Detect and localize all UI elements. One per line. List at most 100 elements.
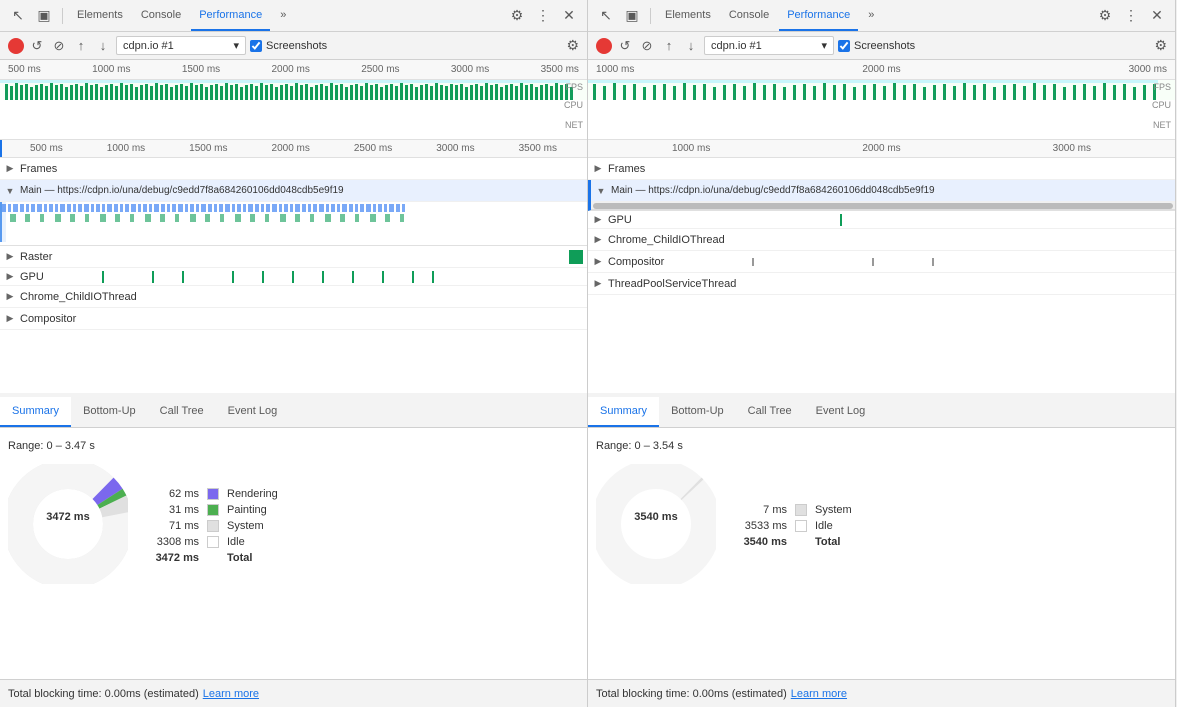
- left-range-text: Range: 0 – 3.47 s: [8, 436, 579, 456]
- right-footer: Total blocking time: 0.00ms (estimated) …: [588, 679, 1175, 707]
- tab-performance-left[interactable]: Performance: [191, 0, 270, 31]
- raster-track-left[interactable]: ▶ Raster: [0, 246, 587, 268]
- tab-summary-left[interactable]: Summary: [0, 397, 71, 427]
- system-color-right: [795, 504, 807, 516]
- tab-bottomup-right[interactable]: Bottom-Up: [659, 397, 736, 427]
- clear-button-left[interactable]: ⊘: [50, 37, 68, 55]
- frames-arrow-left[interactable]: ▶: [4, 163, 16, 175]
- close-icon-right[interactable]: ✕: [1145, 4, 1169, 28]
- compositor-arrow-right[interactable]: ▶: [592, 256, 604, 268]
- main-hscroll-thumb-right[interactable]: [593, 203, 1173, 209]
- cursor-icon[interactable]: ↖: [6, 4, 30, 28]
- gear-icon-right[interactable]: ⚙: [1093, 4, 1117, 28]
- url-box-left[interactable]: cdpn.io #1 ▾: [116, 36, 246, 55]
- frames-arrow-right[interactable]: ▶: [592, 163, 604, 175]
- learn-more-right[interactable]: Learn more: [791, 688, 847, 700]
- left-overview[interactable]: CPU NET FPS: [0, 80, 587, 140]
- gpu-chart-left: [52, 270, 452, 284]
- left-time-marks-1: 500 ms 1000 ms 1500 ms 2000 ms 2500 ms 3…: [8, 64, 579, 75]
- threadpool-track-right[interactable]: ▶ ThreadPoolServiceThread: [588, 273, 1175, 295]
- record-button-right[interactable]: [596, 38, 612, 54]
- tab-elements-left[interactable]: Elements: [69, 0, 131, 31]
- raster-arrow-left[interactable]: ▶: [4, 251, 16, 263]
- screenshots-toggle-right[interactable]: Screenshots: [838, 40, 915, 52]
- left-summary-row-3: 3308 ms Idle: [144, 536, 278, 548]
- import-button-right[interactable]: ↑: [660, 37, 678, 55]
- reload-button-right[interactable]: ↺: [616, 37, 634, 55]
- tab-more-right[interactable]: »: [860, 0, 882, 31]
- screenshots-toggle-left[interactable]: Screenshots: [250, 40, 327, 52]
- compositor-track-left[interactable]: ▶ Compositor: [0, 308, 587, 330]
- left-tracks-area[interactable]: ▶ Frames ▼ Main — https://cdpn.io/una/de…: [0, 158, 587, 393]
- right-bottom-tabs: Summary Bottom-Up Call Tree Event Log: [588, 393, 1175, 428]
- dock-icon-right[interactable]: ▣: [620, 4, 644, 28]
- export-button-left[interactable]: ↓: [94, 37, 112, 55]
- tab-calltree-right[interactable]: Call Tree: [736, 397, 804, 427]
- dock-icon[interactable]: ▣: [32, 4, 56, 28]
- more-icon-right[interactable]: ⋮: [1119, 4, 1143, 28]
- gpu-arrow-left[interactable]: ▶: [4, 271, 16, 283]
- right-toolbar: ↖ ▣ Elements Console Performance » ⚙ ⋮ ✕: [588, 0, 1175, 32]
- childio-track-left[interactable]: ▶ Chrome_ChildIOThread: [0, 286, 587, 308]
- reload-button-left[interactable]: ↺: [28, 37, 46, 55]
- left-footer: Total blocking time: 0.00ms (estimated) …: [0, 679, 587, 707]
- gpu-arrow-right[interactable]: ▶: [592, 214, 604, 226]
- import-button-left[interactable]: ↑: [72, 37, 90, 55]
- settings-icon-right[interactable]: ⚙: [1154, 37, 1167, 54]
- left-time-ruler-1: 500 ms 1000 ms 1500 ms 2000 ms 2500 ms 3…: [0, 60, 587, 80]
- main-arrow-right[interactable]: ▼: [595, 185, 607, 197]
- svg-text:3472 ms: 3472 ms: [46, 511, 89, 523]
- tab-console-right[interactable]: Console: [721, 0, 777, 31]
- tab-elements-right[interactable]: Elements: [657, 0, 719, 31]
- left-summary-content: 3472 ms 62 ms Rendering 31 ms Painting: [8, 464, 579, 587]
- tab-bottomup-left[interactable]: Bottom-Up: [71, 397, 148, 427]
- painting-color-left: [207, 504, 219, 516]
- right-record-bar: ↺ ⊘ ↑ ↓ cdpn.io #1 ▾ Screenshots ⚙: [588, 32, 1175, 60]
- main-track-header-right[interactable]: ▼ Main — https://cdpn.io/una/debug/c9edd…: [591, 180, 1175, 202]
- tab-summary-right[interactable]: Summary: [588, 397, 659, 427]
- cursor-icon-right[interactable]: ↖: [594, 4, 618, 28]
- left-bottom-tabs: Summary Bottom-Up Call Tree Event Log: [0, 393, 587, 428]
- frames-track-right[interactable]: ▶ Frames: [588, 158, 1175, 180]
- main-track-right[interactable]: ▼ Main — https://cdpn.io/una/debug/c9edd…: [588, 180, 1175, 211]
- tab-console-left[interactable]: Console: [133, 0, 189, 31]
- threadpool-arrow-right[interactable]: ▶: [592, 278, 604, 290]
- gpu-chart-right: [640, 213, 1040, 227]
- main-track-left[interactable]: ▼ Main — https://cdpn.io/una/debug/c9edd…: [0, 180, 587, 246]
- right-overview[interactable]: FPS CPU NET: [588, 80, 1175, 140]
- more-icon-left[interactable]: ⋮: [531, 4, 555, 28]
- gpu-track-left[interactable]: ▶ GPU: [0, 268, 587, 286]
- export-button-right[interactable]: ↓: [682, 37, 700, 55]
- clear-button-right[interactable]: ⊘: [638, 37, 656, 55]
- rendering-color-left: [207, 488, 219, 500]
- childio-track-right[interactable]: ▶ Chrome_ChildIOThread: [588, 229, 1175, 251]
- right-tracks-area[interactable]: ▶ Frames ▼ Main — https://cdpn.io/una/de…: [588, 158, 1175, 393]
- main-track-header-left[interactable]: ▼ Main — https://cdpn.io/una/debug/c9edd…: [0, 180, 587, 202]
- toolbar-sep-1: [62, 8, 63, 24]
- record-button-left[interactable]: [8, 38, 24, 54]
- left-devtools-panel: ↖ ▣ Elements Console Performance » ⚙ ⋮ ✕…: [0, 0, 588, 707]
- toolbar-sep-right: [650, 8, 651, 24]
- gear-icon-left[interactable]: ⚙: [505, 4, 529, 28]
- frames-track-left[interactable]: ▶ Frames: [0, 158, 587, 180]
- url-box-right[interactable]: cdpn.io #1 ▾: [704, 36, 834, 55]
- tab-more-left[interactable]: »: [272, 0, 294, 31]
- gpu-track-right[interactable]: ▶ GPU: [588, 211, 1175, 229]
- childio-arrow-left[interactable]: ▶: [4, 291, 16, 303]
- tab-performance-right[interactable]: Performance: [779, 0, 858, 31]
- settings-icon-left[interactable]: ⚙: [566, 37, 579, 54]
- learn-more-left[interactable]: Learn more: [203, 688, 259, 700]
- left-summary-panel: Range: 0 – 3.47 s 3472: [0, 428, 587, 679]
- tab-calltree-left[interactable]: Call Tree: [148, 397, 216, 427]
- main-arrow-left[interactable]: ▼: [4, 185, 16, 197]
- childio-arrow-right[interactable]: ▶: [592, 234, 604, 246]
- compositor-track-right[interactable]: ▶ Compositor: [588, 251, 1175, 273]
- main-hscroll-right[interactable]: [591, 202, 1175, 210]
- compositor-arrow-left[interactable]: ▶: [4, 313, 16, 325]
- raster-block-left: [569, 250, 583, 264]
- close-icon-left[interactable]: ✕: [557, 4, 581, 28]
- tab-eventlog-right[interactable]: Event Log: [804, 397, 878, 427]
- tab-eventlog-left[interactable]: Event Log: [216, 397, 290, 427]
- idle-color-left: [207, 536, 219, 548]
- main-flame-chart-left: [0, 202, 587, 242]
